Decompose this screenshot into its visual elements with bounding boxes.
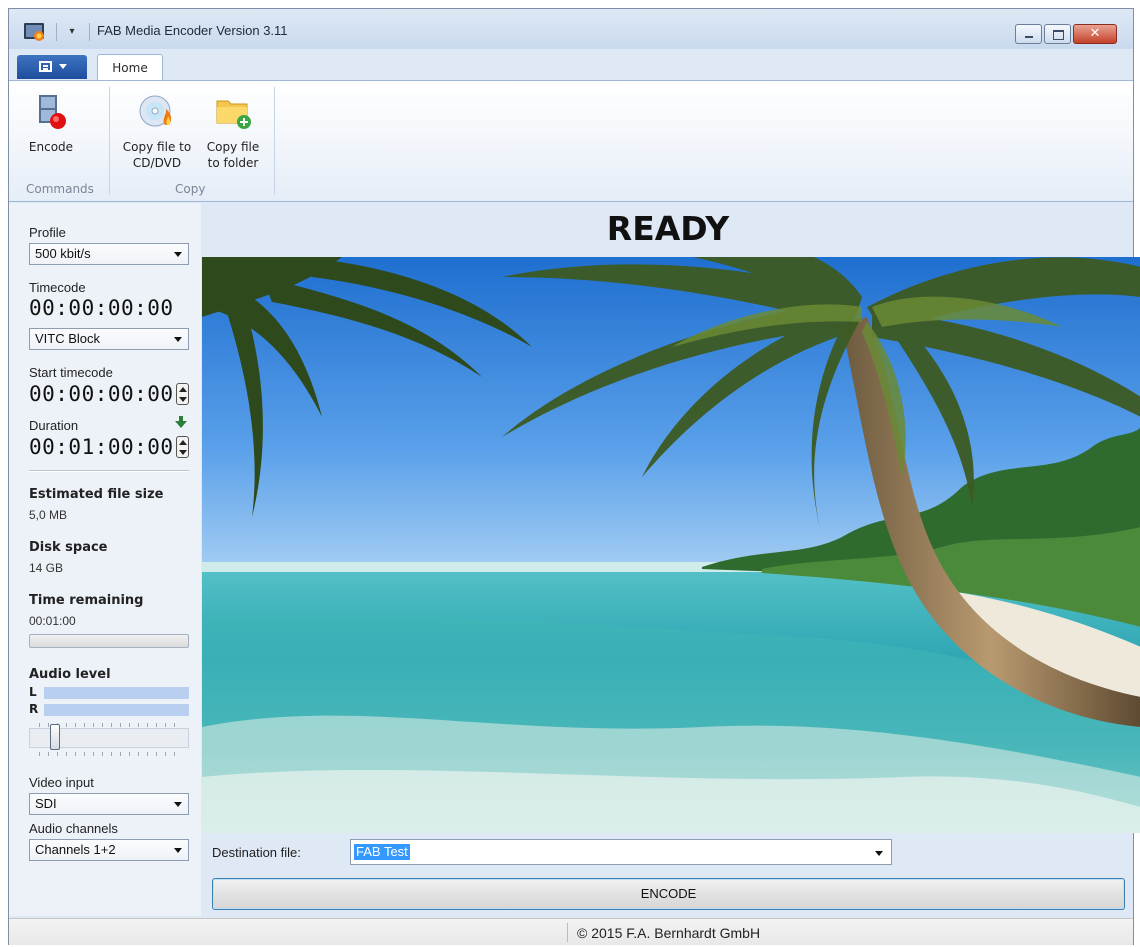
copy-to-cd-button[interactable]: Copy file to CD/DVD bbox=[117, 91, 197, 171]
video-preview bbox=[202, 257, 1140, 833]
copy-to-folder-label-1: Copy file bbox=[206, 140, 260, 154]
timecode-source-value: VITC Block bbox=[35, 331, 101, 346]
title-bar[interactable]: ▾ FAB Media Encoder Version 3.11 ✕ bbox=[9, 9, 1133, 49]
copy-to-folder-label-2: to folder bbox=[207, 156, 259, 170]
chevron-down-icon bbox=[174, 337, 182, 342]
chevron-down-icon bbox=[59, 64, 67, 69]
copyright-text: © 2015 F.A. Bernhardt GmbH bbox=[577, 925, 761, 941]
beach-preview-image bbox=[202, 257, 1140, 833]
close-icon: ✕ bbox=[1089, 26, 1101, 41]
time-remaining-label: Time remaining bbox=[29, 593, 144, 608]
audio-channels-value: Channels 1+2 bbox=[35, 842, 116, 857]
destination-label: Destination file: bbox=[212, 845, 301, 860]
film-record-icon bbox=[39, 95, 66, 129]
audio-left-label: L bbox=[29, 685, 37, 699]
left-panel: Profile 500 kbit/s Timecode 00:00:00:00 … bbox=[9, 203, 201, 916]
folder-add-icon bbox=[216, 100, 251, 129]
close-button[interactable]: ✕ bbox=[1073, 24, 1117, 44]
audio-channels-select[interactable]: Channels 1+2 bbox=[29, 839, 189, 861]
timecode-display: 00:00:00:00 bbox=[29, 296, 174, 320]
audio-meter-left bbox=[44, 687, 189, 699]
time-remaining-progress bbox=[29, 634, 189, 648]
disk-space-label: Disk space bbox=[29, 540, 108, 555]
status-bar: © 2015 F.A. Bernhardt GmbH bbox=[9, 918, 1133, 945]
application-menu-button[interactable] bbox=[17, 55, 87, 79]
copy-to-cd-label-2: CD/DVD bbox=[132, 156, 182, 170]
ribbon-tab-row bbox=[9, 49, 1133, 80]
quick-access-dropdown-icon[interactable]: ▾ bbox=[64, 23, 80, 41]
ribbon: Encode Copy file to CD/DVD Copy file to … bbox=[9, 80, 1133, 202]
audio-level-label: Audio level bbox=[29, 667, 111, 682]
group-label-copy: Copy bbox=[175, 182, 206, 196]
slider-ticks bbox=[39, 752, 179, 756]
menu-icon bbox=[39, 61, 52, 72]
encode-ribbon-button[interactable]: Encode bbox=[23, 91, 79, 155]
destination-file-value: FAB Test bbox=[354, 844, 410, 860]
app-window: ▾ FAB Media Encoder Version 3.11 ✕ Home … bbox=[8, 8, 1140, 945]
audio-gain-slider-thumb[interactable] bbox=[49, 724, 60, 750]
duration-input[interactable]: 00:01:00:00 bbox=[29, 435, 174, 459]
maximize-button[interactable] bbox=[1044, 24, 1071, 44]
audio-channels-label: Audio channels bbox=[29, 821, 118, 836]
status-heading: READY bbox=[606, 209, 730, 248]
group-separator bbox=[274, 87, 275, 195]
timecode-source-select[interactable]: VITC Block bbox=[29, 328, 189, 350]
duration-label: Duration bbox=[29, 418, 79, 433]
estimated-size-value: 5,0 MB bbox=[29, 508, 68, 522]
encode-ribbon-label: Encode bbox=[28, 140, 74, 154]
video-input-label: Video input bbox=[29, 775, 94, 790]
disk-space-value: 14 GB bbox=[29, 561, 64, 575]
arrow-down-icon[interactable] bbox=[175, 416, 187, 429]
profile-select[interactable]: 500 kbit/s bbox=[29, 243, 189, 265]
chevron-down-icon[interactable] bbox=[875, 851, 883, 856]
qat-separator bbox=[56, 23, 57, 41]
audio-right-label: R bbox=[29, 702, 39, 716]
copy-to-cd-label-1: Copy file to bbox=[122, 140, 192, 154]
group-separator bbox=[109, 87, 110, 195]
status-separator bbox=[567, 923, 568, 942]
audio-meter-right bbox=[44, 704, 189, 716]
divider bbox=[29, 470, 189, 472]
tab-home[interactable]: Home bbox=[97, 54, 163, 81]
profile-label: Profile bbox=[29, 225, 66, 240]
group-label-commands: Commands bbox=[26, 182, 94, 196]
estimated-size-label: Estimated file size bbox=[29, 487, 164, 502]
slider-ticks bbox=[39, 723, 179, 727]
duration-spinner[interactable] bbox=[176, 436, 189, 458]
timecode-label: Timecode bbox=[29, 280, 86, 295]
video-input-select[interactable]: SDI bbox=[29, 793, 189, 815]
time-remaining-value: 00:01:00 bbox=[29, 614, 76, 628]
start-timecode-input[interactable]: 00:00:00:00 bbox=[29, 382, 174, 406]
profile-value: 500 kbit/s bbox=[35, 246, 91, 261]
encode-button[interactable]: ENCODE bbox=[212, 878, 1125, 910]
qat-separator bbox=[89, 23, 90, 41]
chevron-down-icon bbox=[174, 802, 182, 807]
chevron-down-icon bbox=[174, 848, 182, 853]
start-timecode-spinner[interactable] bbox=[176, 383, 189, 405]
copy-to-folder-button[interactable]: Copy file to folder bbox=[197, 91, 269, 171]
start-timecode-label: Start timecode bbox=[29, 365, 113, 380]
window-title: FAB Media Encoder Version 3.11 bbox=[97, 23, 288, 38]
destination-file-input[interactable]: FAB Test bbox=[350, 839, 892, 865]
disc-burn-icon bbox=[139, 95, 172, 127]
minimize-button[interactable] bbox=[1015, 24, 1042, 44]
chevron-down-icon bbox=[174, 252, 182, 257]
app-icon[interactable] bbox=[23, 22, 45, 42]
video-input-value: SDI bbox=[35, 796, 57, 811]
